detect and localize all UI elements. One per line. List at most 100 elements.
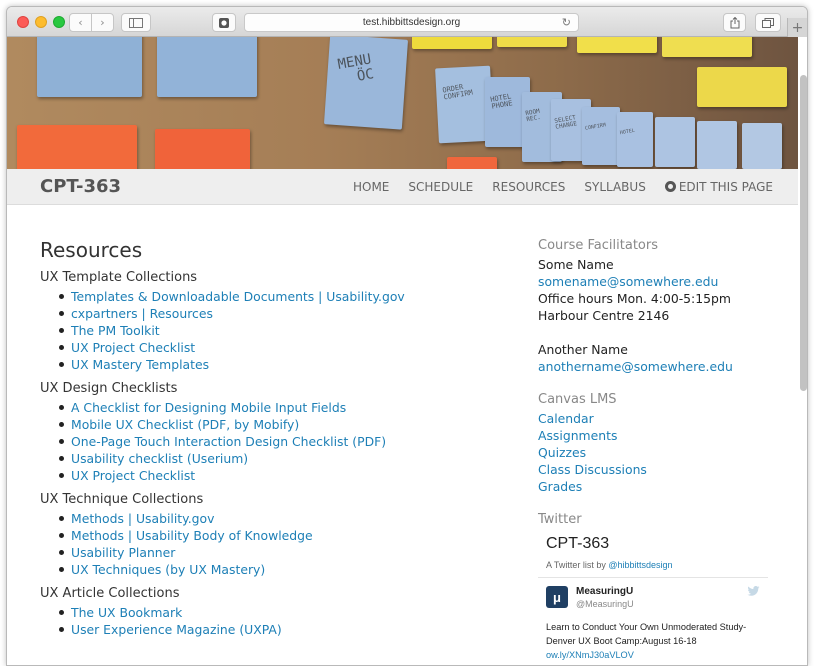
twitter-list-owner[interactable]: @hibbittsdesign [608,560,672,570]
extension-icon [219,17,229,28]
twitter-list-title[interactable]: CPT-363 [546,535,778,553]
sticky-note [742,123,782,169]
sticky-note [617,112,653,167]
extension-button[interactable] [212,13,236,32]
canvas-link-calendar[interactable]: Calendar [538,410,778,427]
browser-toolbar: ‹ › test.hibbittsdesign.org ↻ + [7,7,807,37]
resource-link[interactable]: Templates & Downloadable Documents | Usa… [71,289,405,304]
address-bar[interactable]: test.hibbittsdesign.org ↻ [244,13,579,32]
list-item: One-Page Touch Interaction Design Checkl… [57,433,510,450]
resource-link[interactable]: User Experience Magazine (UXPA) [71,622,282,637]
canvas-link-discussions[interactable]: Class Discussions [538,461,778,478]
list-item: The UX Bookmark [57,604,510,621]
section-title: UX Template Collections [40,270,198,285]
section-title: UX Article Collections [40,586,180,601]
resource-link[interactable]: The PM Toolkit [71,323,160,338]
close-window-button[interactable] [17,16,29,28]
resource-link[interactable]: Methods | Usability Body of Knowledge [71,528,313,543]
sticky-note [17,125,137,169]
list-item: User Experience Magazine (UXPA) [57,621,510,638]
sidebar-toggle-button[interactable] [121,13,151,32]
sticky-note [582,107,620,165]
tweet-author-handle[interactable]: @MeasuringU [576,599,634,609]
share-button[interactable] [723,13,746,32]
page-viewport[interactable]: MENU ÖC ORDER CONFIRM HOTEL PHONE ROOM R… [7,37,807,665]
forward-icon: › [100,16,105,29]
sticky-note [447,157,497,169]
link-list: Methods | Usability.gov Methods | Usabil… [40,510,510,578]
canvas-link-grades[interactable]: Grades [538,478,778,495]
canvas-link-quizzes[interactable]: Quizzes [538,444,778,461]
list-item: UX Project Checklist [57,467,510,484]
resource-link[interactable]: UX Project Checklist [71,340,195,355]
list-item: UX Techniques (by UX Mastery) [57,561,510,578]
resource-link[interactable]: Mobile UX Checklist (PDF, by Mobify) [71,417,299,432]
list-item: A Checklist for Designing Mobile Input F… [57,399,510,416]
maximize-window-button[interactable] [53,16,65,28]
sticky-note [412,37,492,49]
list-item: Usability checklist (Userium) [57,450,510,467]
resource-link[interactable]: UX Techniques (by UX Mastery) [71,562,265,577]
forward-button[interactable]: › [91,13,114,32]
resource-link[interactable]: cxpartners | Resources [71,306,213,321]
sticky-note [697,67,787,107]
back-icon: ‹ [78,16,83,29]
tabs-icon [762,17,774,28]
facilitator-email-link[interactable]: somename@somewhere.edu [538,273,778,290]
sticky-note-text: MENU ÖC [336,51,376,88]
office-location: Harbour Centre 2146 [538,308,670,323]
back-button[interactable]: ‹ [69,13,92,32]
section-title: UX Technique Collections [40,492,204,507]
resource-link[interactable]: UX Mastery Templates [71,357,209,372]
link-list: The UX Bookmark User Experience Magazine… [40,604,510,638]
sidebar: Course Facilitators Some Name somename@s… [538,238,778,660]
link-list: Templates & Downloadable Documents | Usa… [40,288,510,373]
nav-syllabus[interactable]: SYLLABUS [584,180,645,194]
nav-resources[interactable]: RESOURCES [492,180,565,194]
office-hours: Office hours Mon. 4:00-5:15pm [538,291,731,306]
share-icon [730,16,739,28]
resource-link[interactable]: Usability checklist (Userium) [71,451,248,466]
site-brand[interactable]: CPT-363 [40,176,121,197]
page-content: Resources UX Template Collections Templa… [7,205,798,665]
twitter-list-byline: A Twitter list by @hibbittsdesign [546,560,778,570]
facilitator-email-link[interactable]: anothername@somewhere.edu [538,358,778,375]
reload-icon[interactable]: ↻ [562,16,571,29]
sticky-note [697,121,737,169]
twitter-bird-icon[interactable] [747,586,760,596]
hero-banner-image: MENU ÖC ORDER CONFIRM HOTEL PHONE ROOM R… [7,37,798,169]
twitter-widget[interactable]: CPT-363 A Twitter list by @hibbittsdesig… [538,535,778,660]
resource-link[interactable]: The UX Bookmark [71,605,182,620]
resource-link[interactable]: Methods | Usability.gov [71,511,214,526]
canvas-link-assignments[interactable]: Assignments [538,427,778,444]
section-title: UX Design Checklists [40,381,178,396]
list-item: UX Project Checklist [57,339,510,356]
main-nav: HOME SCHEDULE RESOURCES SYLLABUS EDIT TH… [353,180,773,194]
resource-link[interactable]: One-Page Touch Interaction Design Checkl… [71,434,386,449]
nav-edit-this-page[interactable]: EDIT THIS PAGE [664,180,773,194]
minimize-window-button[interactable] [35,16,47,28]
resource-link[interactable]: A Checklist for Designing Mobile Input F… [71,400,346,415]
show-tabs-button[interactable] [755,13,781,32]
browser-window: ‹ › test.hibbittsdesign.org ↻ + MENU ÖC … [6,6,808,666]
avatar[interactable]: μ [546,586,568,608]
resource-link[interactable]: Usability Planner [71,545,175,560]
tweet-text: Learn to Conduct Your Own Unmoderated St… [546,620,766,662]
github-icon [664,181,676,192]
nav-home[interactable]: HOME [353,180,389,194]
new-tab-button[interactable]: + [787,18,807,37]
twitter-list-by: A Twitter list by [546,560,606,570]
tweet-author-name[interactable]: MeasuringU [576,586,633,597]
facilitators-heading: Course Facilitators [538,238,658,253]
tweet-link[interactable]: ow.ly/XNmJ30aVLOV [546,650,634,660]
page-title: Resources [40,238,143,262]
twitter-heading: Twitter [538,512,582,527]
site-header: CPT-363 HOME SCHEDULE RESOURCES SYLLABUS… [7,169,798,205]
resource-link[interactable]: UX Project Checklist [71,468,195,483]
tweet-body: Learn to Conduct Your Own Unmoderated St… [546,622,747,646]
nav-schedule[interactable]: SCHEDULE [408,180,473,194]
vertical-scrollbar[interactable] [800,75,807,391]
sticky-note [655,117,695,167]
sticky-note [155,129,250,169]
url-text: test.hibbittsdesign.org [362,17,461,28]
